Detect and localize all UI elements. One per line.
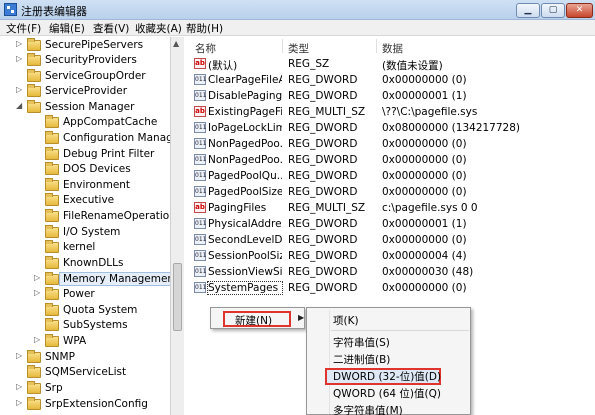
- folder-icon: [27, 69, 41, 82]
- folder-icon: [27, 53, 41, 66]
- expand-arrow-icon[interactable]: ▷: [16, 382, 25, 391]
- folder-icon: [27, 84, 41, 97]
- window-title: 注册表编辑器: [21, 5, 87, 18]
- folder-icon: [27, 397, 41, 410]
- folder-icon: [45, 115, 59, 128]
- column-divider[interactable]: [376, 39, 377, 53]
- title-bar: 注册表编辑器 ▁ ▢ ✕: [0, 0, 595, 20]
- binary-value-icon: 011: [194, 266, 207, 277]
- column-header-data[interactable]: 数据: [382, 41, 403, 56]
- string-value-icon: ab: [194, 106, 206, 117]
- menu-help[interactable]: 帮助(H): [186, 21, 223, 36]
- folder-icon: [45, 162, 59, 175]
- folder-icon: [45, 256, 59, 269]
- expand-arrow-icon[interactable]: ▷: [34, 288, 43, 297]
- folder-icon: [45, 147, 59, 160]
- folder-icon: [45, 303, 59, 316]
- binary-value-icon: 011: [194, 170, 207, 181]
- new-menu-label: 新建(N): [235, 315, 273, 327]
- registry-value-row[interactable]: 011DisablePaging...REG_DWORD0x00000001 (…: [188, 88, 595, 104]
- submenu-arrow-icon: ▶: [298, 313, 305, 322]
- expand-arrow-icon[interactable]: ▷: [34, 273, 43, 282]
- binary-value-icon: 011: [194, 186, 207, 197]
- column-header-name[interactable]: 名称: [195, 41, 216, 56]
- new-string-value-item[interactable]: 字符串值(S): [333, 335, 390, 350]
- new-menu-item[interactable]: 新建(N): [223, 311, 291, 327]
- registry-value-row[interactable]: ab PagingFiles REG_MULTI_SZ c:\pagefile.sys…: [188, 200, 595, 216]
- binary-value-icon: 011: [194, 90, 207, 101]
- binary-value-icon: 011: [194, 250, 207, 261]
- registry-value-row[interactable]: 011PhysicalAddres...REG_DWORD0x00000001 …: [188, 216, 595, 232]
- folder-icon: [45, 240, 59, 253]
- registry-tree[interactable]: ▷ SecurePipeServers ▷ SecurityProviders Se…: [0, 37, 184, 415]
- folder-icon: [45, 193, 59, 206]
- registry-value-row[interactable]: 011 NonPagedPoo... REG_DWORD 0x00000000 (0): [188, 152, 595, 168]
- registry-value-row[interactable]: 011 PagedPoolSize REG_DWORD 0x00000000 (0): [188, 184, 595, 200]
- expand-arrow-icon[interactable]: ▷: [16, 85, 25, 94]
- expand-arrow-icon[interactable]: ▷: [16, 54, 25, 63]
- tree-scrollbar[interactable]: ▲: [170, 37, 184, 415]
- binary-value-icon: 011: [194, 282, 207, 293]
- scrollbar-thumb[interactable]: [173, 263, 182, 331]
- column-divider[interactable]: [282, 39, 283, 53]
- registry-value-row[interactable]: 011 PagedPoolQu... REG_DWORD 0x00000000 (0): [188, 168, 595, 184]
- collapse-arrow-icon[interactable]: ◢: [16, 101, 25, 110]
- folder-icon: [45, 287, 59, 300]
- folder-icon: [45, 209, 59, 222]
- binary-value-icon: 011: [194, 122, 207, 133]
- string-value-icon: ab: [194, 202, 206, 213]
- new-key-item[interactable]: 项(K): [333, 313, 359, 328]
- folder-icon: [27, 38, 41, 51]
- expand-arrow-icon[interactable]: ▷: [34, 335, 43, 344]
- registry-value-row[interactable]: 011SessionPoolSizeREG_DWORD0x00000004 (4…: [188, 248, 595, 264]
- scroll-up-arrow-icon[interactable]: ▲: [173, 39, 179, 48]
- binary-value-icon: 011: [194, 154, 207, 165]
- folder-icon: [27, 365, 41, 378]
- context-menu: 新建(N) ▶: [210, 307, 305, 329]
- column-header-type[interactable]: 类型: [288, 41, 309, 56]
- menu-gutter: [329, 310, 330, 414]
- maximize-button[interactable]: ▢: [541, 3, 565, 18]
- menu-favorites[interactable]: 收藏夹(A): [135, 21, 182, 36]
- folder-icon: [45, 318, 59, 331]
- folder-icon: [45, 225, 59, 238]
- new-dword-value-item[interactable]: DWORD (32-位)值(D): [333, 369, 441, 384]
- folder-icon: [45, 178, 59, 191]
- menu-edit[interactable]: 编辑(E): [49, 21, 85, 36]
- regedit-app-icon: [4, 3, 17, 16]
- folder-icon: [27, 381, 41, 394]
- folder-open-icon: [27, 100, 41, 113]
- new-binary-value-item[interactable]: 二进制值(B): [333, 352, 390, 367]
- string-value-icon: ab: [194, 58, 206, 69]
- registry-value-row[interactable]: 011SessionViewSizeREG_DWORD0x00000030 (4…: [188, 264, 595, 280]
- registry-value-row[interactable]: 011 NonPagedPoo... REG_DWORD 0x00000000 (0): [188, 136, 595, 152]
- expand-arrow-icon[interactable]: ▷: [16, 351, 25, 360]
- binary-value-icon: 011: [194, 74, 207, 85]
- folder-icon: [27, 350, 41, 363]
- registry-value-row[interactable]: 011ClearPageFileA...REG_DWORD0x00000000 …: [188, 72, 595, 88]
- menu-file[interactable]: 文件(F): [6, 21, 41, 36]
- folder-icon: [45, 131, 59, 144]
- close-button[interactable]: ✕: [566, 3, 593, 18]
- menu-bar: 文件(F) 编辑(E) 查看(V) 收藏夹(A) 帮助(H): [0, 20, 595, 36]
- expand-arrow-icon[interactable]: ▷: [16, 398, 25, 407]
- registry-value-row[interactable]: ab (默认) REG_SZ (数值未设置): [188, 56, 595, 72]
- minimize-button[interactable]: ▁: [516, 3, 540, 18]
- new-submenu: 项(K) 字符串值(S) 二进制值(B) DWORD (32-位)值(D) QW…: [306, 307, 471, 415]
- new-multi-string-value-item[interactable]: 多字符串值(M): [333, 403, 403, 415]
- registry-value-row[interactable]: 011IoPageLockLimitREG_DWORD0x08000000 (1…: [188, 120, 595, 136]
- binary-value-icon: 011: [194, 218, 207, 229]
- binary-value-icon: 011: [194, 138, 207, 149]
- registry-value-row[interactable]: abExistingPageFil...REG_MULTI_SZ\??\C:\p…: [188, 104, 595, 120]
- folder-icon: [45, 334, 59, 347]
- folder-icon: [45, 272, 59, 285]
- menu-view[interactable]: 查看(V): [93, 21, 129, 36]
- binary-value-icon: 011: [194, 234, 207, 245]
- registry-value-row[interactable]: 011 SystemPages REG_DWORD 0x00000000 (0): [188, 280, 595, 296]
- new-qword-value-item[interactable]: QWORD (64 位)值(Q): [333, 386, 441, 401]
- menu-separator: [331, 330, 469, 331]
- registry-value-row[interactable]: 011SecondLevelD...REG_DWORD0x00000000 (0…: [188, 232, 595, 248]
- expand-arrow-icon[interactable]: ▷: [16, 39, 25, 48]
